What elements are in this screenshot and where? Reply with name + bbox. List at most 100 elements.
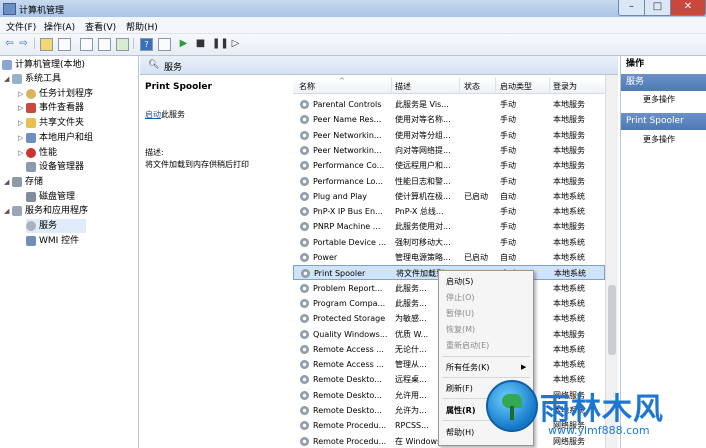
cell-description: 此服务使用对... bbox=[395, 222, 451, 232]
cell-name: Remote Procedu... bbox=[313, 436, 387, 446]
menu-help[interactable]: 帮助(H) bbox=[126, 20, 158, 33]
table-row[interactable]: Performance Co... 使远程用户和... 手动 本地服务 bbox=[293, 158, 605, 173]
table-row[interactable]: Power 管理电源策略... 已启动 自动 本地系统 bbox=[293, 250, 605, 265]
table-row[interactable]: Portable Device ... 强制可移动大... 手动 本地系统 bbox=[293, 235, 605, 250]
context-restart[interactable]: 重新启动(E) bbox=[446, 340, 489, 351]
column-name[interactable]: 名称 bbox=[299, 81, 315, 92]
menu-view[interactable]: 查看(V) bbox=[85, 20, 116, 33]
context-help[interactable]: 帮助(H) bbox=[446, 427, 474, 438]
show-hide-tree-icon[interactable] bbox=[58, 38, 71, 51]
minimize-button[interactable]: – bbox=[618, 0, 645, 16]
maximize-button[interactable]: □ bbox=[644, 0, 671, 16]
table-header: 名称 ^ 描述 状态 启动类型 登录为 bbox=[293, 77, 605, 94]
scrollbar-thumb[interactable] bbox=[608, 285, 616, 355]
tree-item-event-viewer[interactable]: ▷ 事件查看器 bbox=[18, 101, 84, 115]
table-row[interactable]: Plug and Play 使计算机在极... 已启动 自动 本地系统 bbox=[293, 189, 605, 204]
column-description[interactable]: 描述 bbox=[395, 81, 411, 92]
table-row[interactable]: Performance Lo... 性能日志和警... 手动 本地服务 bbox=[293, 174, 605, 189]
column-divider[interactable] bbox=[391, 78, 392, 93]
refresh-icon[interactable] bbox=[116, 38, 129, 51]
context-start[interactable]: 启动(S) bbox=[446, 276, 473, 287]
table-row[interactable]: PnP-X IP Bus En... PnP-X 总线... 手动 本地系统 bbox=[293, 204, 605, 219]
tree-item-disk-management[interactable]: 磁盘管理 bbox=[26, 190, 75, 204]
service-gear-icon bbox=[300, 100, 309, 109]
tree-item-wmi[interactable]: WMI 控件 bbox=[26, 234, 79, 248]
context-stop[interactable]: 停止(O) bbox=[446, 292, 475, 303]
expand-icon[interactable]: ▷ bbox=[18, 87, 26, 101]
start-service-link[interactable]: 启动 bbox=[145, 110, 161, 119]
expand-icon[interactable]: ▷ bbox=[18, 131, 26, 145]
toolbar-separator bbox=[133, 38, 134, 49]
collapse-icon[interactable]: ◢ bbox=[4, 175, 12, 189]
cell-name: Remote Deskto... bbox=[313, 406, 382, 415]
tree-item-system-tools[interactable]: ◢ 系统工具 bbox=[4, 72, 61, 86]
table-row[interactable]: Peer Networkin... 向对等网络提... 手动 本地服务 bbox=[293, 143, 605, 158]
tree-item-performance[interactable]: ▷ 性能 bbox=[18, 146, 57, 160]
services-header-title: 服务 bbox=[164, 63, 183, 73]
column-divider[interactable] bbox=[549, 78, 550, 93]
cell-startup-type: 手动 bbox=[500, 207, 516, 217]
cell-status: 已启动 bbox=[464, 253, 488, 262]
column-startup-type[interactable]: 启动类型 bbox=[500, 81, 532, 92]
restart-service-icon[interactable]: ▷ bbox=[230, 38, 241, 49]
column-status[interactable]: 状态 bbox=[464, 81, 480, 92]
tree-item-local-users[interactable]: ▷ 本地用户和组 bbox=[18, 131, 93, 145]
expand-icon[interactable]: ▷ bbox=[18, 101, 26, 115]
cell-name: Peer Networkin... bbox=[313, 130, 382, 140]
expand-icon[interactable]: ▷ bbox=[18, 116, 26, 130]
cell-name: Problem Report... bbox=[313, 283, 383, 293]
tree-item-device-manager[interactable]: 设备管理器 bbox=[26, 160, 84, 174]
pause-service-icon[interactable]: ❚❚ bbox=[212, 38, 229, 49]
start-service-icon[interactable]: ▶ bbox=[178, 38, 189, 49]
start-service-line: 启动此服务 bbox=[145, 109, 185, 120]
submenu-arrow-icon: ▶ bbox=[521, 363, 527, 371]
cell-logon-as: 本地系统 bbox=[553, 191, 585, 201]
expand-icon[interactable]: ▷ bbox=[18, 146, 26, 160]
service-gear-icon bbox=[300, 298, 309, 308]
more-actions-print-spooler[interactable]: 更多操作 bbox=[643, 134, 675, 145]
export-list-icon[interactable] bbox=[80, 38, 93, 51]
collapse-icon[interactable]: ◢ bbox=[4, 204, 12, 218]
storage-icon bbox=[12, 176, 22, 187]
cell-name: Remote Deskto... bbox=[313, 390, 382, 400]
stop-service-icon[interactable]: ■ bbox=[195, 38, 206, 49]
menu-action[interactable]: 操作(A) bbox=[44, 20, 75, 33]
context-refresh[interactable]: 刷新(F) bbox=[446, 383, 473, 394]
forward-icon[interactable]: ⇨ bbox=[18, 38, 29, 49]
cell-description: 使用对等名称... bbox=[395, 115, 451, 125]
table-row[interactable]: PNRP Machine ... 此服务使用对... 手动 本地服务 bbox=[293, 219, 605, 234]
more-actions-services[interactable]: 更多操作 bbox=[643, 94, 675, 105]
tree-item-shared-folders[interactable]: ▷ 共享文件夹 bbox=[18, 116, 84, 130]
up-folder-icon[interactable] bbox=[40, 38, 53, 51]
tree-item-services-apps[interactable]: ◢ 服务和应用程序 bbox=[4, 204, 88, 218]
close-button[interactable]: ✕ bbox=[670, 0, 706, 16]
table-row[interactable]: Peer Name Res... 使用对等名称... 手动 本地服务 bbox=[293, 112, 605, 127]
actions-section-services[interactable]: 服务 bbox=[621, 74, 706, 91]
table-row[interactable]: Parental Controls 此服务是 Vis... 手动 本地服务 bbox=[293, 97, 605, 112]
actions-section-print-spooler[interactable]: Print Spooler bbox=[621, 113, 706, 130]
cell-logon-as: 本地系统 bbox=[553, 283, 585, 293]
tree-root[interactable]: 计算机管理(本地) bbox=[2, 58, 85, 72]
menu-file[interactable]: 文件(F) bbox=[6, 20, 36, 33]
event-viewer-icon bbox=[26, 102, 36, 113]
cell-name: Portable Device ... bbox=[313, 237, 387, 247]
watermark-url: www.ylmf888.com bbox=[548, 424, 650, 437]
table-row[interactable]: Peer Networkin... 使用对等分组... 手动 本地服务 bbox=[293, 128, 605, 143]
console-icon[interactable] bbox=[158, 38, 171, 51]
tree-item-services[interactable]: 服务 bbox=[26, 219, 86, 233]
cell-description: 强制可移动大... bbox=[395, 237, 451, 247]
properties-icon[interactable] bbox=[98, 38, 111, 51]
column-logon-as[interactable]: 登录为 bbox=[553, 81, 577, 92]
cell-name: Parental Controls bbox=[313, 100, 382, 109]
column-divider[interactable] bbox=[459, 78, 460, 93]
context-all-tasks[interactable]: 所有任务(K) bbox=[446, 362, 490, 373]
collapse-icon[interactable]: ◢ bbox=[4, 72, 12, 86]
tree-item-task-scheduler[interactable]: ▷ 任务计划程序 bbox=[18, 87, 93, 101]
back-icon[interactable]: ⇦ bbox=[4, 38, 15, 49]
context-resume[interactable]: 恢复(M) bbox=[446, 324, 475, 335]
tree-item-storage[interactable]: ◢ 存储 bbox=[4, 175, 43, 189]
column-divider[interactable] bbox=[495, 78, 496, 93]
context-pause[interactable]: 暂停(U) bbox=[446, 308, 474, 319]
help-icon[interactable]: ? bbox=[140, 38, 153, 51]
context-properties[interactable]: 属性(R) bbox=[446, 405, 475, 416]
